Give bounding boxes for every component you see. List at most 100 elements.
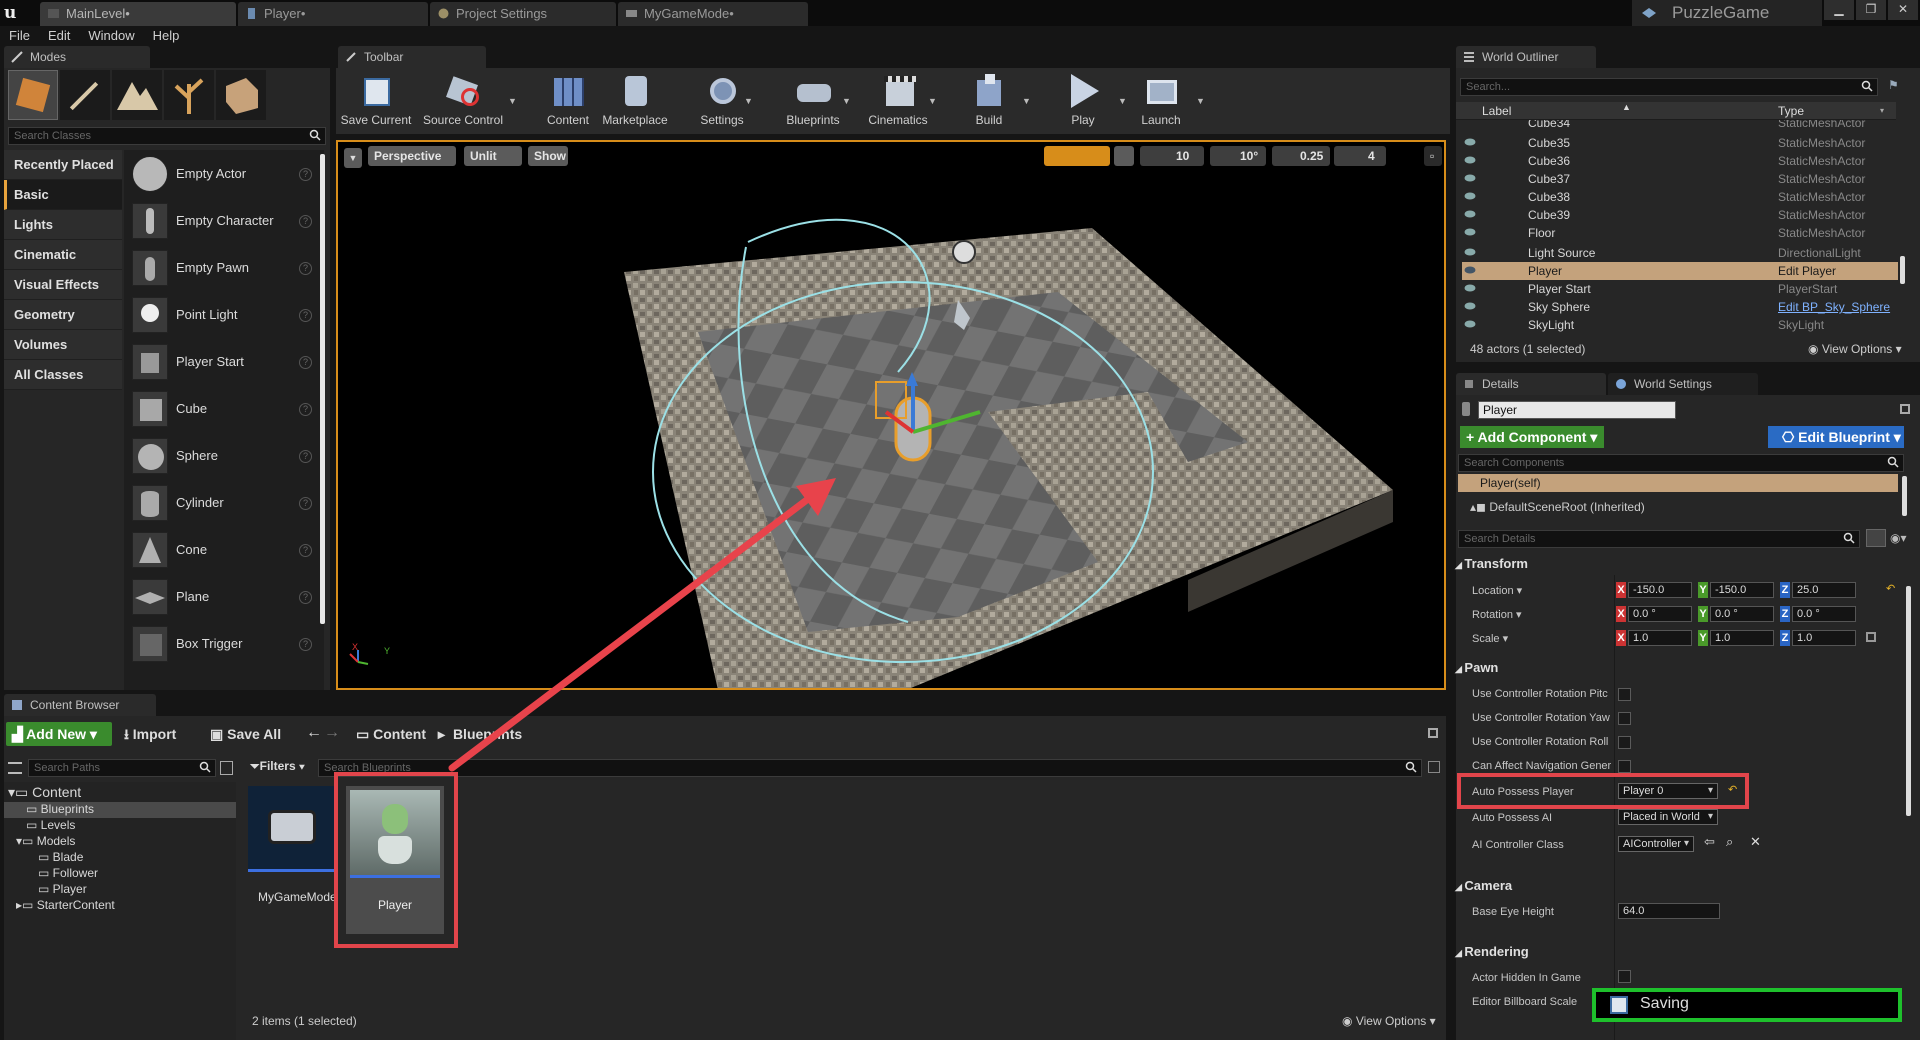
eye-icon[interactable] — [1464, 247, 1476, 257]
close-window-button[interactable]: ✕ — [1888, 0, 1918, 20]
scale-z-field[interactable]: 1.0 — [1792, 630, 1856, 646]
rotation-y-field[interactable]: 0.0 ° — [1710, 606, 1774, 622]
components-scrollbar[interactable] — [1902, 476, 1907, 516]
place-item-player-start[interactable]: Player Start? — [128, 339, 318, 386]
camera-speed-button[interactable]: 4 — [1334, 146, 1386, 166]
place-item-point-light[interactable]: Point Light? — [128, 292, 318, 339]
rotation-x-field[interactable]: 0.0 ° — [1628, 606, 1692, 622]
build-button[interactable]: Build — [954, 68, 1024, 130]
view-mode-button[interactable]: Unlit — [464, 146, 522, 166]
outliner-row[interactable]: Cube35 StaticMeshActor — [1462, 134, 1902, 152]
search-paths-input[interactable]: Search Paths — [28, 759, 216, 777]
show-button[interactable]: Show — [528, 146, 568, 166]
section-pawn[interactable]: ◢ Pawn — [1455, 660, 1498, 675]
save-all-button[interactable]: ▣ Save All — [210, 722, 281, 746]
tree-models[interactable]: ▾▭ Models — [16, 834, 75, 848]
tree-levels[interactable]: ▭ Levels — [26, 818, 75, 832]
save-current-button[interactable]: Save Current — [338, 68, 414, 130]
place-item-cone[interactable]: Cone? — [128, 527, 318, 574]
tree-blade[interactable]: ▭ Blade — [38, 850, 83, 864]
rotation-z-field[interactable]: 0.0 ° — [1792, 606, 1856, 622]
outliner-row[interactable]: Floor StaticMeshActor — [1462, 224, 1902, 242]
use-controller-rotation-pitch-checkbox[interactable] — [1618, 688, 1631, 701]
category-basic[interactable]: Basic — [4, 180, 122, 210]
launch-dropdown-icon[interactable]: ▼ — [1196, 96, 1205, 106]
place-item-empty-actor[interactable]: Empty Actor? — [128, 151, 318, 198]
lock-icon[interactable] — [1428, 728, 1438, 738]
menu-edit[interactable]: Edit — [39, 26, 79, 46]
tab-modes[interactable]: Modes — [4, 46, 150, 68]
place-item-cube[interactable]: Cube? — [128, 386, 318, 433]
forward-icon[interactable]: → — [324, 724, 340, 742]
use-controller-rotation-yaw-checkbox[interactable] — [1618, 712, 1631, 725]
maximize-viewport-button[interactable]: ▫ — [1424, 146, 1442, 166]
outliner-row[interactable]: Cube37 StaticMeshActor — [1462, 170, 1902, 188]
outliner-settings-icon[interactable]: ⚑ — [1888, 78, 1902, 92]
paths-options-icon[interactable] — [220, 761, 233, 775]
import-button[interactable]: ⭳ Import — [124, 722, 176, 746]
place-item-cylinder[interactable]: Cylinder? — [128, 480, 318, 527]
snap-grid-button[interactable]: 10 — [1140, 146, 1204, 166]
asset-mygamemode[interactable]: MyGameMode — [248, 786, 336, 926]
eye-icon[interactable] — [1464, 301, 1476, 311]
outliner-row[interactable]: Player Start PlayerStart — [1462, 280, 1902, 298]
category-all-classes[interactable]: All Classes — [4, 360, 122, 390]
section-transform[interactable]: ◢ Transform — [1455, 556, 1528, 571]
scale-lock-icon[interactable] — [1866, 632, 1876, 642]
breadcrumb-content[interactable]: Content — [373, 726, 426, 742]
maximize-button[interactable]: ❐ — [1856, 0, 1886, 20]
content-button[interactable]: Content — [538, 68, 598, 130]
mode-place-icon[interactable] — [8, 70, 58, 120]
eye-icon[interactable] — [1464, 283, 1476, 293]
search-components-input[interactable]: Search Components — [1458, 454, 1904, 472]
tab-world-settings[interactable]: World Settings — [1608, 373, 1758, 395]
play-dropdown-icon[interactable]: ▼ — [1118, 96, 1127, 106]
auto-possess-ai-dropdown[interactable]: Placed in World — [1618, 809, 1718, 825]
actor-name-field[interactable]: Player — [1478, 401, 1676, 419]
tree-player[interactable]: ▭ Player — [38, 882, 87, 896]
place-item-empty-pawn[interactable]: Empty Pawn? — [128, 245, 318, 292]
outliner-row[interactable]: SkyLight SkyLight — [1462, 316, 1902, 334]
breadcrumb-blueprints[interactable]: Blueprints — [453, 726, 522, 742]
content-view-options-button[interactable]: ◉ View Options ▾ — [1342, 1014, 1436, 1028]
scale-x-field[interactable]: 1.0 — [1628, 630, 1692, 646]
eye-icon[interactable] — [1464, 137, 1476, 147]
menu-help[interactable]: Help — [144, 26, 189, 46]
eye-icon[interactable] — [1464, 265, 1476, 275]
property-matrix-icon[interactable] — [1866, 529, 1886, 547]
tab-project-settings[interactable]: Project Settings — [430, 2, 616, 26]
outliner-row[interactable]: Light Source DirectionalLight — [1462, 244, 1902, 262]
source-control-button[interactable]: Source Control — [416, 68, 510, 130]
place-item-plane[interactable]: Plane? — [128, 574, 318, 621]
edit-blueprint-button[interactable]: ⎔ Edit Blueprint ▾ — [1768, 426, 1904, 448]
place-item-sphere[interactable]: Sphere? — [128, 433, 318, 480]
unreal-logo-icon[interactable]: u — [4, 3, 26, 23]
back-icon[interactable]: ← — [306, 724, 322, 742]
eye-icon[interactable] — [1464, 191, 1476, 201]
eye-icon[interactable] — [1464, 227, 1476, 237]
column-type[interactable]: Type — [1778, 104, 1804, 118]
outliner-view-options-button[interactable]: ◉ View Options ▾ — [1808, 342, 1902, 356]
browse-icon[interactable]: ⌕ — [1726, 834, 1733, 850]
minimize-button[interactable]: ▁ — [1824, 0, 1854, 20]
eye-icon[interactable] — [1464, 173, 1476, 183]
base-eye-height-field[interactable]: 64.0 — [1618, 903, 1720, 919]
source-control-dropdown-icon[interactable]: ▼ — [508, 96, 517, 106]
snap-scale-button[interactable]: 0.25 — [1272, 146, 1330, 166]
location-y-field[interactable]: -150.0 — [1710, 582, 1774, 598]
eye-icon[interactable] — [1464, 209, 1476, 219]
world-local-button[interactable] — [1114, 146, 1134, 166]
scale-y-field[interactable]: 1.0 — [1710, 630, 1774, 646]
actor-hidden-checkbox[interactable] — [1618, 970, 1631, 983]
tab-toolbar[interactable]: Toolbar — [338, 46, 486, 68]
category-volumes[interactable]: Volumes — [4, 330, 122, 360]
details-lock-icon[interactable] — [1900, 404, 1910, 414]
mode-paint-icon[interactable] — [60, 70, 110, 120]
rotation-label[interactable]: Rotation ▾ — [1472, 608, 1522, 621]
menu-window[interactable]: Window — [79, 26, 143, 46]
tree-content[interactable]: ▾▭ Content — [8, 784, 81, 801]
section-rendering[interactable]: ◢ Rendering — [1455, 944, 1529, 959]
category-lights[interactable]: Lights — [4, 210, 122, 240]
tree-follower[interactable]: ▭ Follower — [38, 866, 98, 880]
add-new-button[interactable]: ▟ Add New ▾ — [6, 722, 112, 746]
